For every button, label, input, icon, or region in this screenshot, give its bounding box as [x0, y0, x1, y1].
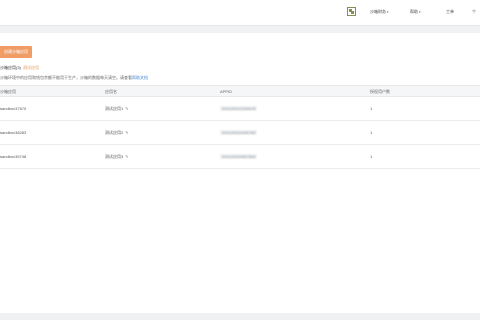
create-sandbox-app-button[interactable]: 创建沙箱应用 — [0, 46, 32, 58]
chevron-down-icon: ▾ — [419, 10, 421, 14]
appid-value: 202100034567890 — [220, 154, 258, 159]
app-name: 测试应用2 — [105, 130, 124, 135]
app-name-cell: 测试应用1 ✎ — [105, 106, 129, 112]
table-row: sandbox38283 测试应用2 ✎ 202100023456789 1 — [0, 121, 480, 145]
appid-cell: 202100012345678 — [220, 106, 258, 111]
table-row: sandbox35748 测试应用3 ✎ 202100034567890 1 — [0, 145, 480, 169]
app-name-cell: 测试应用2 ✎ — [105, 130, 129, 136]
authorized-users-count: 1 — [370, 130, 373, 135]
nav-label: 工单 — [446, 9, 454, 14]
app-name: 测试应用1 — [105, 106, 124, 111]
nav-label: 帮助 — [410, 9, 418, 14]
nav-tickets[interactable]: 工单 — [446, 9, 454, 15]
tab-sandbox-apps[interactable]: 沙箱应用(3) — [0, 64, 21, 71]
edit-icon[interactable]: ✎ — [125, 130, 128, 135]
nav-label: 个 — [472, 9, 476, 14]
sandbox-id: sandbox37670 — [0, 106, 27, 111]
appid-cell: 202100034567890 — [220, 154, 258, 159]
appid-cell: 202100023456789 — [220, 130, 258, 135]
sandbox-id: sandbox35748 — [0, 154, 27, 159]
column-header-app-name: 应用名 — [105, 89, 117, 94]
sandbox-id: sandbox38283 — [0, 130, 27, 135]
nav-label: 沙箱财务 — [370, 9, 386, 14]
nav-help[interactable]: 帮助▾ — [410, 9, 421, 15]
column-header-sandbox: 沙箱应用 — [0, 89, 16, 94]
nav-sandbox-finance[interactable]: 沙箱财务▾ — [370, 9, 389, 15]
table-row: sandbox37670 测试应用1 ✎ 202100012345678 1 — [0, 97, 480, 121]
app-name-cell: 测试应用3 ✎ — [105, 154, 129, 160]
sandbox-notice: 沙箱环境中的应用和钱包余额不能用于生产，沙箱的数据每天清空。请查看帮助文档 — [0, 75, 148, 81]
authorized-users-count: 1 — [370, 106, 373, 111]
appid-value: 202100012345678 — [220, 106, 258, 111]
appid-value: 202100023456789 — [220, 130, 258, 135]
edit-icon[interactable]: ✎ — [125, 106, 128, 111]
help-doc-link[interactable]: 帮助文档 — [132, 75, 148, 80]
authorized-users-count: 1 — [370, 154, 373, 159]
qr-code-icon[interactable] — [347, 7, 356, 16]
column-header-appid: APPID — [220, 89, 233, 94]
top-navigation-bar: 沙箱财务▾ 帮助▾ 工单 个 — [0, 0, 480, 26]
page: 沙箱财务▾ 帮助▾ 工单 个 创建沙箱应用 沙箱应用(3) 测试应用 沙箱环境中… — [0, 0, 480, 320]
tab-test-apps[interactable]: 测试应用 — [23, 64, 39, 71]
footer-strip — [0, 313, 480, 320]
app-name: 测试应用3 — [105, 154, 124, 159]
table-header: 沙箱应用 应用名 APPID 授权用户数 — [0, 85, 480, 97]
edit-icon[interactable]: ✎ — [125, 154, 128, 159]
column-header-authorized-users: 授权用户数 — [370, 89, 390, 94]
main-content: 创建沙箱应用 沙箱应用(3) 测试应用 沙箱环境中的应用和钱包余额不能用于生产，… — [0, 33, 480, 313]
notice-text: 沙箱环境中的应用和钱包余额不能用于生产，沙箱的数据每天清空。请查看 — [0, 75, 132, 80]
chevron-down-icon: ▾ — [387, 10, 389, 14]
sandbox-app-table: 沙箱应用 应用名 APPID 授权用户数 sandbox37670 测试应用1 ✎… — [0, 85, 480, 169]
nav-account[interactable]: 个 — [472, 9, 476, 15]
